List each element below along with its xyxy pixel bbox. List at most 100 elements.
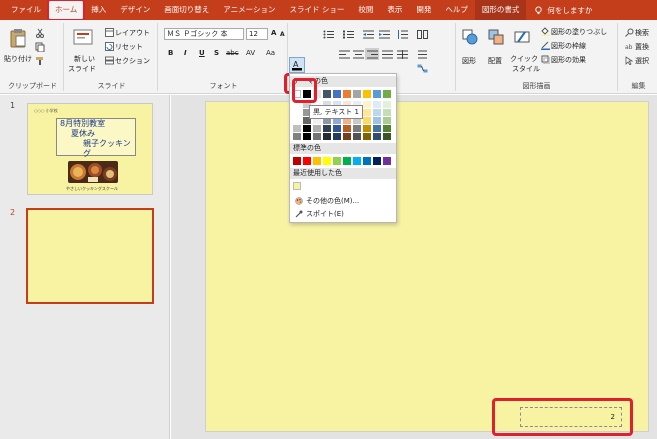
theme-shade-swatch[interactable] [373,133,381,140]
theme-shade-swatch[interactable] [293,133,301,140]
reset-label[interactable]: リセット [115,42,143,52]
shadow-button[interactable]: S [214,49,219,57]
quick-styles-label-1[interactable]: クイック [510,54,538,64]
standard-color-swatch[interactable] [303,157,311,165]
tab-help[interactable]: ヘルプ [438,0,475,20]
arrange-label[interactable]: 配置 [488,56,502,66]
align-right-icon[interactable] [365,48,379,60]
tab-transitions[interactable]: 画面切り替え [157,0,216,20]
theme-shade-swatch[interactable] [373,109,381,116]
tab-view[interactable]: 表示 [380,0,409,20]
paste-label[interactable]: 貼り付け [4,54,32,64]
justify-icon[interactable] [381,49,393,59]
theme-shade-swatch[interactable] [343,125,351,132]
theme-shade-swatch[interactable] [343,133,351,140]
theme-shade-swatch[interactable] [353,125,361,132]
align-center-icon[interactable] [352,49,364,59]
shape-effects-label[interactable]: 図形の効果 [551,55,586,65]
copy-icon[interactable] [34,41,46,53]
theme-shade-swatch[interactable] [333,133,341,140]
text-direction-icon[interactable] [416,49,428,59]
theme-shade-swatch[interactable] [373,101,381,108]
arrange-icon[interactable] [486,27,506,47]
shape-effects-icon[interactable] [540,54,550,64]
section-label[interactable]: セクション [115,56,150,66]
tab-developer[interactable]: 開発 [409,0,438,20]
theme-shade-swatch[interactable] [383,125,391,132]
underline-button[interactable]: U [199,49,205,57]
replace-icon[interactable]: ab [624,41,634,51]
decrease-indent-icon[interactable] [362,29,374,39]
slide-thumbnail-2[interactable] [26,208,154,304]
slide-thumbnail-1[interactable]: ○○○ 小学校 8月特別教室 夏休み 親子クッキング やさしいクッキングスクール [27,103,153,195]
theme-shade-swatch[interactable] [363,125,371,132]
theme-shade-swatch[interactable] [363,133,371,140]
replace-label[interactable]: 置換 [635,42,649,52]
grow-font-button[interactable]: A [271,29,276,37]
cut-icon[interactable] [34,27,46,39]
tab-shape-format[interactable]: 図形の書式 [474,0,527,20]
layout-label[interactable]: レイアウト [115,28,150,38]
shapes-icon[interactable] [460,27,480,47]
section-icon[interactable] [104,55,114,65]
recent-color-swatch[interactable] [293,182,301,190]
theme-shade-swatch[interactable] [383,101,391,108]
font-name-box[interactable]: ＭＳ Ｐゴシック 本 [164,28,244,40]
tab-home[interactable]: ホーム [46,0,86,21]
numbering-icon[interactable] [342,29,354,39]
bold-button[interactable]: B [168,49,173,57]
theme-shade-swatch[interactable] [363,101,371,108]
italic-button[interactable]: I [184,49,187,57]
current-slide[interactable] [205,101,649,432]
font-color-button[interactable]: A [289,57,305,73]
theme-shade-swatch[interactable] [333,125,341,132]
shape-outline-icon[interactable] [540,40,550,50]
standard-color-swatch[interactable] [383,157,391,165]
theme-shade-swatch[interactable] [373,117,381,124]
tab-slideshow[interactable]: スライド ショー [282,0,351,20]
theme-color-swatch[interactable] [383,90,391,98]
bullets-icon[interactable] [322,29,334,39]
theme-shade-swatch[interactable] [353,133,361,140]
standard-color-swatch[interactable] [313,157,321,165]
eyedropper-item[interactable]: スポイト(E) [292,208,396,220]
theme-shade-swatch[interactable] [383,117,391,124]
theme-shade-swatch[interactable] [323,125,331,132]
theme-shade-swatch[interactable] [293,125,301,132]
line-spacing-icon[interactable] [396,29,408,39]
change-case-button[interactable]: Aa [266,49,275,57]
standard-color-swatch[interactable] [353,157,361,165]
theme-shade-swatch[interactable] [363,117,371,124]
theme-color-swatch[interactable] [343,90,351,98]
theme-shade-swatch[interactable] [293,117,301,124]
standard-color-swatch[interactable] [323,157,331,165]
tab-file[interactable]: ファイル [4,0,48,20]
theme-shade-swatch[interactable] [303,125,311,132]
paste-icon[interactable] [8,27,28,49]
columns-icon[interactable] [416,29,428,39]
theme-shade-swatch[interactable] [313,133,321,140]
char-spacing-button[interactable]: AV [246,49,255,57]
theme-shade-swatch[interactable] [383,109,391,116]
theme-color-swatch[interactable] [363,90,371,98]
layout-icon[interactable] [104,27,114,37]
format-painter-icon[interactable] [34,55,46,67]
theme-shade-swatch[interactable] [293,109,301,116]
shape-fill-label[interactable]: 図形の塗りつぶし [551,27,607,37]
find-label[interactable]: 検索 [635,28,649,38]
quick-styles-icon[interactable] [512,27,532,47]
theme-shade-swatch[interactable] [373,125,381,132]
tab-animations[interactable]: アニメーション [216,0,282,20]
theme-color-swatch[interactable] [333,90,341,98]
theme-shade-swatch[interactable] [383,133,391,140]
tell-me-search[interactable]: 何をしますか [534,5,592,16]
strikethrough-button[interactable]: abc [226,49,239,57]
new-slide-icon[interactable] [72,27,94,49]
align-left-icon[interactable] [338,49,350,59]
standard-color-swatch[interactable] [343,157,351,165]
theme-color-swatch[interactable] [323,90,331,98]
font-size-box[interactable]: 12 [246,28,268,40]
standard-color-swatch[interactable] [373,157,381,165]
shape-outline-label[interactable]: 図形の枠線 [551,41,586,51]
new-slide-label-2[interactable]: スライド [68,64,96,74]
